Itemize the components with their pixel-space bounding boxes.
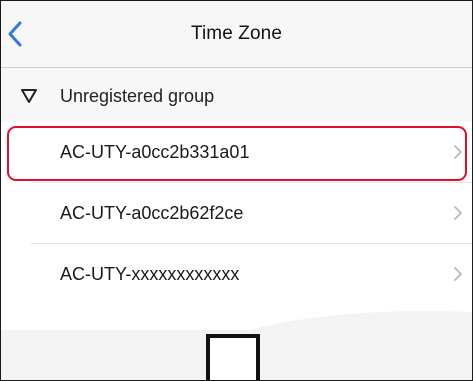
list-item-device[interactable]: AC-UTY-a0cc2b62f2ce xyxy=(1,183,472,244)
device-name: AC-UTY-a0cc2b331a01 xyxy=(60,142,250,162)
list-item-device[interactable]: AC-UTY-xxxxxxxxxxxx xyxy=(1,244,472,305)
group-label: Unregistered group xyxy=(60,86,215,106)
app-screen: Time Zone Unregistered group AC-UTY-a0cc… xyxy=(0,0,473,381)
navigation-bar: Time Zone xyxy=(1,1,472,68)
triangle-down-icon xyxy=(20,88,38,104)
device-list: AC-UTY-a0cc2b331a01 AC-UTY-a0cc2b62f2ce … xyxy=(1,122,472,305)
list-item-device[interactable]: AC-UTY-a0cc2b331a01 xyxy=(1,122,472,183)
chevron-right-icon xyxy=(453,144,463,160)
device-name: AC-UTY-xxxxxxxxxxxx xyxy=(60,264,240,284)
page-title: Time Zone xyxy=(190,23,282,44)
device-name: AC-UTY-a0cc2b62f2ce xyxy=(60,203,244,223)
lower-panel xyxy=(1,306,472,380)
chevron-right-icon xyxy=(453,266,463,282)
square-icon xyxy=(206,334,260,380)
group-header-unregistered[interactable]: Unregistered group xyxy=(1,68,472,122)
chevron-right-icon xyxy=(453,205,463,221)
